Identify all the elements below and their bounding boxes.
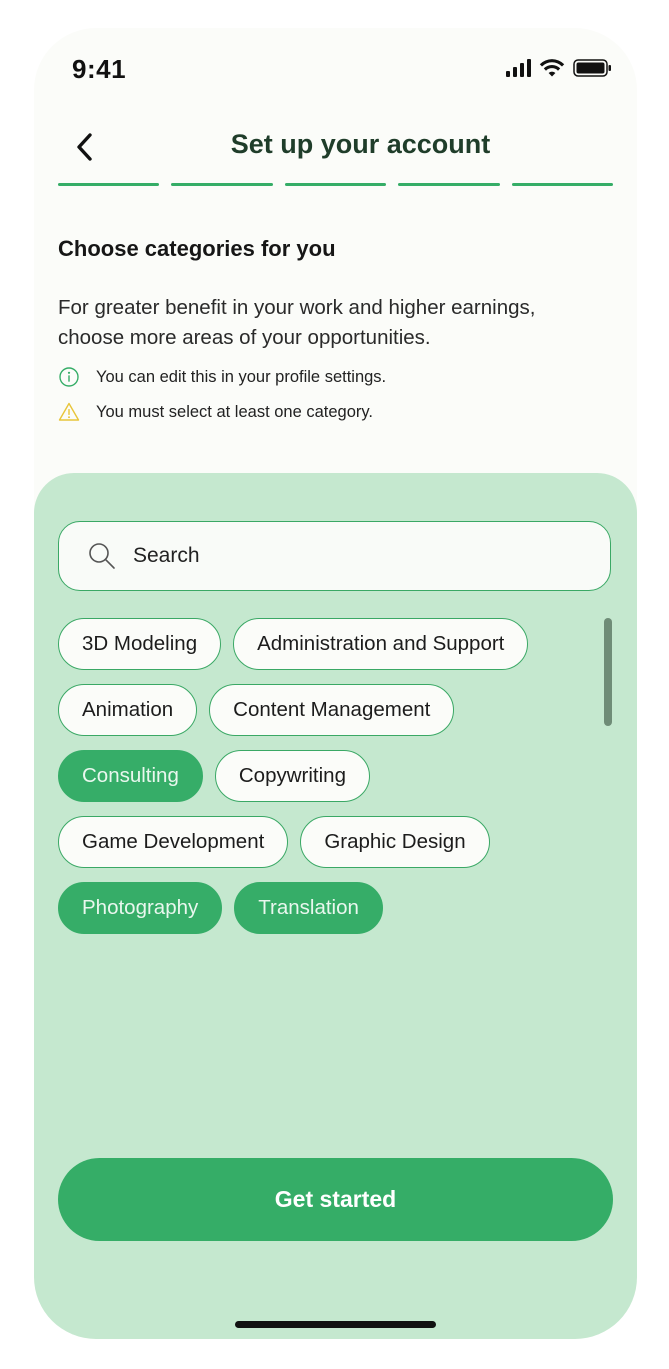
home-indicator[interactable]	[235, 1321, 436, 1328]
search-box[interactable]	[58, 521, 611, 591]
section-title: Choose categories for you	[58, 236, 336, 261]
progress-step	[284, 183, 387, 186]
category-chip-consulting[interactable]: Consulting	[58, 750, 203, 802]
scrollbar[interactable]	[604, 618, 612, 726]
category-chip-graphic-design[interactable]: Graphic Design	[300, 816, 490, 868]
warning-note-text: You must select at least one category.	[96, 402, 373, 421]
phone-screen: 9:41 Set up your account Choose categori…	[34, 28, 637, 1339]
signal-icon	[506, 59, 531, 77]
header: Set up your account	[34, 123, 637, 173]
category-chip-animation[interactable]: Animation	[58, 684, 198, 736]
search-input[interactable]	[131, 543, 555, 569]
search-icon	[87, 541, 117, 571]
category-chip-3d-modeling[interactable]: 3D Modeling	[58, 618, 222, 670]
categories-panel: 3D Modeling Administration and Support A…	[34, 473, 637, 1339]
warning-note: You must select at least one category.	[58, 401, 373, 423]
progress-step	[171, 183, 273, 186]
page-title: Set up your account	[230, 129, 491, 159]
info-note-text: You can edit this in your profile settin…	[96, 367, 387, 386]
status-icons	[506, 58, 613, 78]
wifi-icon	[539, 59, 565, 77]
status-time: 9:41	[72, 54, 127, 84]
category-chip-game-development[interactable]: Game Development	[58, 816, 289, 868]
warning-icon	[58, 402, 80, 421]
section-description: For greater benefit in your work and hig…	[58, 296, 536, 349]
progress-step	[511, 183, 614, 186]
progress-step	[398, 183, 500, 186]
progress-steps	[58, 183, 614, 186]
category-chip-copywriting[interactable]: Copywriting	[214, 750, 370, 802]
status-bar: 9:41	[34, 28, 637, 108]
category-chip-content-management[interactable]: Content Management	[209, 684, 455, 736]
info-note: You can edit this in your profile settin…	[58, 366, 386, 388]
category-chip-administration-and-support[interactable]: Administration and Support	[233, 618, 529, 670]
progress-step	[58, 183, 160, 186]
get-started-button[interactable]: Get started	[58, 1158, 613, 1241]
category-chips: 3D Modeling Administration and Support A…	[58, 618, 578, 934]
info-icon	[59, 367, 79, 387]
category-chip-photography[interactable]: Photography	[58, 882, 223, 934]
category-chip-translation[interactable]: Translation	[234, 882, 383, 934]
battery-icon	[573, 59, 611, 77]
